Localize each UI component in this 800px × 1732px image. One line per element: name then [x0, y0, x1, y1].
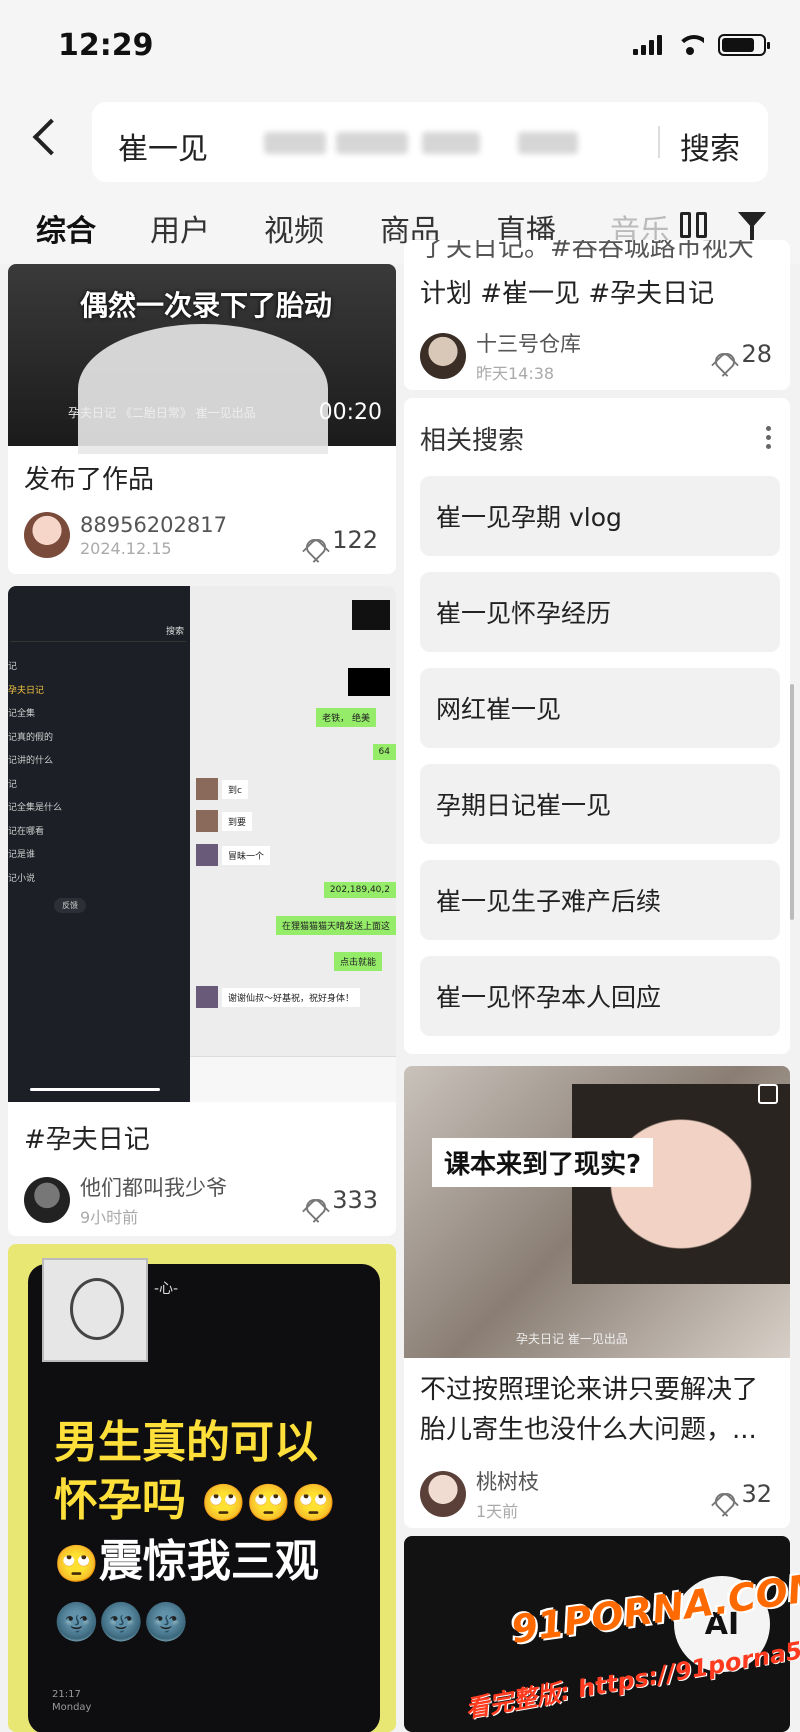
related-item[interactable]: 崔一见生子难产后续 [420, 860, 780, 940]
cellular-signal-icon [633, 35, 662, 55]
tab-videos[interactable]: 视频 [264, 206, 324, 250]
redacted-text [422, 132, 480, 154]
author-name: 桃树枝 [476, 1470, 539, 1494]
more-options-icon[interactable] [766, 426, 772, 452]
related-item[interactable]: 孕期日记崔一见 [420, 764, 780, 844]
avatar[interactable] [420, 1471, 466, 1517]
tab-users[interactable]: 用户 [150, 206, 210, 250]
post-date: 9小时前 [80, 1208, 139, 1227]
related-item[interactable]: 网红崔一见 [420, 668, 780, 748]
author-name: 十三号仓库 [476, 332, 581, 356]
search-input[interactable]: 崔一见 [118, 124, 208, 168]
search-box[interactable]: 崔一见 搜索 [92, 102, 768, 182]
feed-card[interactable]: 搜索 记 孕夫日记 记全集 记真的假的 记讲的什么 记 记全集是什么 记在哪看 … [8, 586, 396, 1236]
redacted-text [336, 132, 408, 154]
scrollbar[interactable] [790, 684, 794, 920]
heart-icon [302, 529, 326, 551]
status-time: 12:29 [58, 28, 154, 63]
avatar[interactable] [24, 512, 70, 558]
belly-shape [78, 324, 328, 454]
redacted-text [518, 132, 578, 154]
feed-card[interactable]: 了夫日记。#吞吞城路市视大 计划 #崔一见 #孕夫日记 十三号仓库 昨天14:3… [404, 240, 790, 390]
multi-image-icon [758, 1084, 778, 1104]
avatar[interactable] [24, 1177, 70, 1223]
video-caption: 孕夫日记 《二胎日常》 崔一见出品 [68, 406, 256, 420]
feed-card[interactable]: 课本来到了现实? 孕夫日记 崔一见出品 不过按照理论来讲只要解决了 胎儿寄生也没… [404, 1066, 790, 1528]
battery-icon [718, 34, 770, 56]
phone-screenshot-chat: 老铁， 绝美 64 到c 到要 冒昧一个 202,189,40,2 在狸猫猫猫天… [190, 586, 396, 1102]
post-date: 1天前 [476, 1502, 519, 1521]
like-count: 28 [741, 340, 772, 368]
related-searches: 相关搜索 崔一见孕期 vlog 崔一见怀孕经历 网红崔一见 孕期日记崔一见 崔一… [404, 398, 790, 1054]
meme-thumbnail[interactable]: -心- 男生真的可以 怀孕吗 🙄🙄🙄 🙄震惊我三观 🌚🌚🌚 21:17 Mond… [28, 1258, 380, 1732]
heart-icon [711, 1483, 735, 1505]
filter-icon[interactable] [738, 212, 768, 242]
screenshot-thumbnail[interactable]: 搜索 记 孕夫日记 记全集 记真的假的 记讲的什么 记 记全集是什么 记在哪看 … [8, 586, 396, 1102]
video-overlay-text: 课本来到了现实? [432, 1138, 654, 1187]
heart-icon [711, 343, 735, 365]
author-name: 他们都叫我少爷 [80, 1176, 227, 1200]
card-author[interactable]: 十三号仓库 昨天14:38 [420, 328, 581, 384]
like-count: 333 [332, 1186, 378, 1214]
post-date: 昨天14:38 [476, 364, 555, 383]
like-count: 122 [332, 526, 378, 554]
video-thumbnail[interactable]: 偶然一次录下了胎动 孕夫日记 《二胎日常》 崔一见出品 00:20 [8, 264, 396, 454]
wifi-icon [676, 35, 704, 55]
related-item[interactable]: 崔一见孕期 vlog [420, 476, 780, 556]
feed-card[interactable]: 偶然一次录下了胎动 孕夫日记 《二胎日常》 崔一见出品 00:20 发布了作品 … [8, 264, 396, 574]
layout-toggle-icon[interactable] [680, 212, 710, 240]
meme-face [42, 1258, 148, 1362]
card-title: 不过按照理论来讲只要解决了 胎儿寄生也没什么大问题，... [420, 1375, 759, 1445]
meme-text: 男生真的可以 怀孕吗 🙄🙄🙄 🙄震惊我三观 🌚🌚🌚 [54, 1417, 336, 1643]
feed-card[interactable]: -心- 男生真的可以 怀孕吗 🙄🙄🙄 🙄震惊我三观 🌚🌚🌚 21:17 Mond… [8, 1244, 396, 1732]
tab-comprehensive[interactable]: 综合 [36, 206, 96, 250]
card-title: 计划 #崔一见 #孕夫日记 [420, 279, 715, 309]
card-title-cut: 了夫日记。#吞吞城路市视大 [420, 240, 754, 263]
like-button[interactable]: 122 [302, 526, 378, 554]
status-icons [633, 34, 770, 56]
like-button[interactable]: 333 [302, 1186, 378, 1214]
search-divider [658, 126, 660, 158]
related-title: 相关搜索 [420, 426, 525, 456]
video-caption: 孕夫日记 崔一见出品 [516, 1332, 628, 1346]
like-button[interactable]: 32 [711, 1480, 772, 1508]
video-duration: 00:20 [318, 400, 382, 425]
card-title: #孕夫日记 [24, 1125, 150, 1155]
related-item[interactable]: 崔一见怀孕本人回应 [420, 956, 780, 1036]
search-header: 崔一见 搜索 [0, 92, 800, 188]
card-author[interactable]: 桃树枝 1天前 [420, 1466, 539, 1522]
status-bar: 12:29 [0, 0, 800, 92]
avatar[interactable] [420, 333, 466, 379]
related-item[interactable]: 崔一见怀孕经历 [420, 572, 780, 652]
like-count: 32 [741, 1480, 772, 1508]
card-author[interactable]: 88956202817 2024.12.15 [24, 512, 227, 558]
card-author[interactable]: 他们都叫我少爷 9小时前 [24, 1172, 227, 1228]
card-title: 发布了作品 [24, 465, 155, 495]
post-date: 2024.12.15 [80, 538, 172, 558]
like-button[interactable]: 28 [711, 340, 772, 368]
redacted-text [264, 132, 326, 154]
phone-screenshot-dark: 搜索 记 孕夫日记 记全集 记真的假的 记讲的什么 记 记全集是什么 记在哪看 … [8, 586, 190, 1102]
heart-icon [302, 1189, 326, 1211]
video-thumbnail[interactable]: 课本来到了现实? 孕夫日记 崔一见出品 [404, 1066, 790, 1358]
back-button[interactable] [26, 112, 66, 160]
video-overlay-text: 偶然一次录下了胎动 [80, 289, 333, 322]
author-name: 88956202817 [80, 512, 227, 537]
search-button[interactable]: 搜索 [680, 124, 740, 168]
suggestion-list: 记 孕夫日记 记全集 记真的假的 记讲的什么 记 记全集是什么 记在哪看 记是谁… [8, 662, 63, 884]
